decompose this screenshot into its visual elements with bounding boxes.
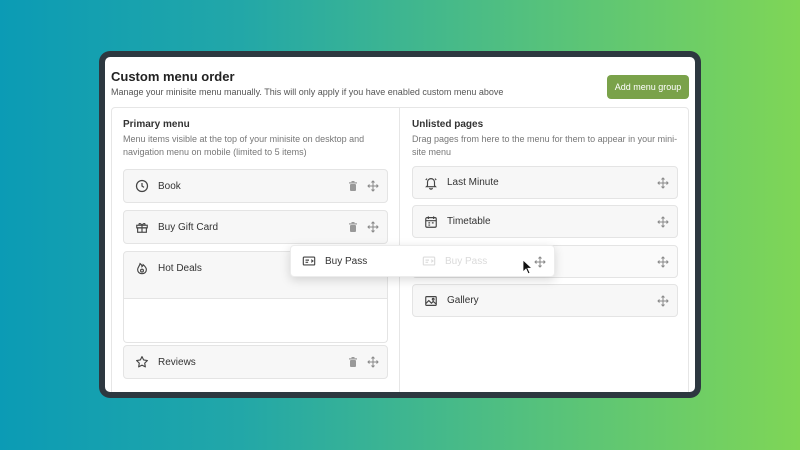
unlisted-item-label: Gallery (447, 295, 479, 306)
settings-screen: Custom menu order Manage your minisite m… (105, 57, 695, 392)
drag-handle-icon[interactable] (534, 256, 546, 268)
drag-handle-icon[interactable] (657, 256, 669, 268)
dragged-item-buy-pass[interactable]: Buy Pass Buy Pass (290, 245, 555, 277)
page-title: Custom menu order (111, 69, 235, 84)
primary-menu-desc-line1: Menu items visible at the top of your mi… (123, 134, 365, 144)
drag-handle-icon[interactable] (367, 180, 379, 192)
device-frame: Custom menu order Manage your minisite m… (99, 51, 701, 398)
trash-icon[interactable] (347, 356, 359, 368)
primary-item-reviews[interactable]: Reviews (123, 345, 388, 379)
unlisted-item-timetable[interactable]: Timetable (412, 205, 678, 238)
primary-menu-desc-line2: navigation menu on mobile (limited to 5 … (123, 147, 307, 157)
clock-icon (134, 178, 150, 194)
primary-item-label: Book (158, 180, 181, 192)
calendar-icon (423, 214, 439, 230)
unlisted-item-gallery[interactable]: Gallery (412, 284, 678, 317)
gift-icon (134, 219, 150, 235)
ticket-icon (421, 253, 437, 269)
star-icon (134, 354, 150, 370)
drag-ghost-label: Buy Pass (445, 255, 488, 267)
primary-item-label: Reviews (158, 356, 196, 368)
primary-item-label: Hot Deals (158, 262, 202, 274)
page-subtitle: Manage your minisite menu manually. This… (111, 87, 504, 97)
drag-handle-icon[interactable] (657, 177, 669, 189)
trash-icon[interactable] (347, 180, 359, 192)
unlisted-item-last-minute[interactable]: Last Minute (412, 166, 678, 199)
trash-icon[interactable] (347, 221, 359, 233)
unlisted-pages-desc-line2: site menu (412, 147, 452, 157)
image-icon (423, 293, 439, 309)
primary-item-book[interactable]: Book (123, 169, 388, 203)
primary-menu-title: Primary menu (123, 119, 190, 130)
unlisted-pages-title: Unlisted pages (412, 119, 484, 130)
drag-handle-icon[interactable] (657, 216, 669, 228)
fire-icon (134, 260, 150, 276)
drag-handle-icon[interactable] (367, 221, 379, 233)
mouse-cursor-icon (522, 259, 534, 275)
unlisted-pages-desc-line1: Drag pages from here to the menu for the… (412, 134, 678, 144)
dragged-item-label: Buy Pass (325, 255, 368, 267)
ticket-icon (301, 253, 317, 269)
drag-handle-icon[interactable] (657, 295, 669, 307)
add-menu-group-button[interactable]: Add menu group (607, 75, 689, 99)
primary-drop-zone[interactable] (123, 299, 388, 343)
primary-item-buy-gift-card[interactable]: Buy Gift Card (123, 210, 388, 244)
bell-icon (423, 175, 439, 191)
unlisted-item-label: Timetable (447, 216, 491, 227)
drag-handle-icon[interactable] (367, 356, 379, 368)
unlisted-item-label: Last Minute (447, 177, 499, 188)
primary-item-label: Buy Gift Card (158, 221, 219, 233)
